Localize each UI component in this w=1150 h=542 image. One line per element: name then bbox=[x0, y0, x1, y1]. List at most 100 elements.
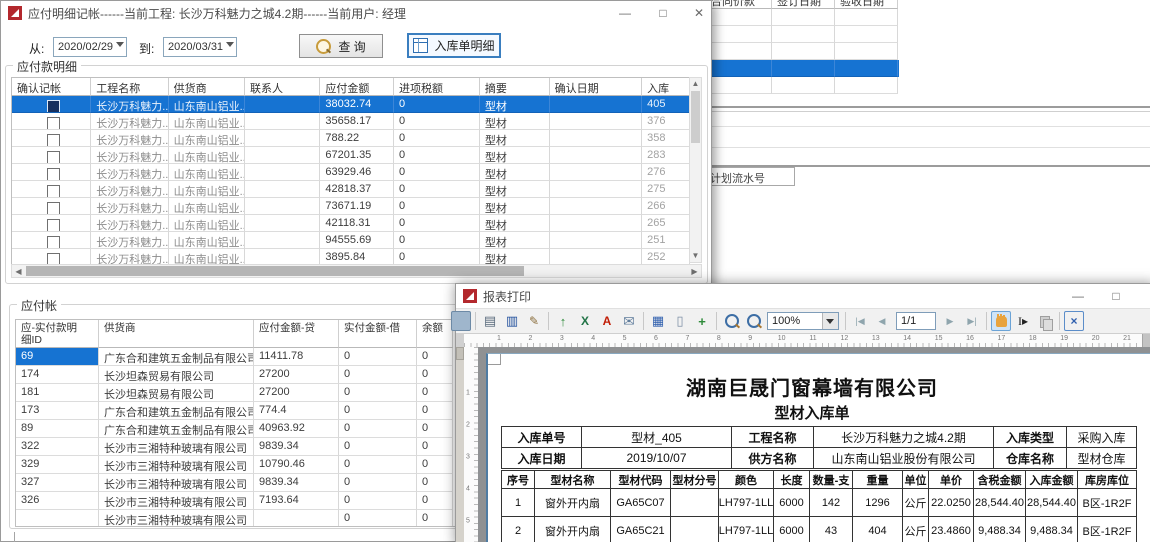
supplier-cell: 山东南山铝业... bbox=[169, 181, 245, 198]
copy-page-icon[interactable] bbox=[1035, 311, 1055, 331]
maximize-button[interactable]: □ bbox=[653, 4, 673, 22]
to-date-select[interactable]: 2020/03/31 bbox=[163, 37, 237, 57]
ruler-number: 20 bbox=[1092, 335, 1100, 342]
table-row[interactable] bbox=[706, 43, 899, 60]
zoom-out-icon[interactable] bbox=[743, 311, 763, 331]
from-date-select[interactable]: 2020/02/29 bbox=[53, 37, 127, 57]
confirm-checkbox[interactable] bbox=[47, 134, 60, 147]
table-row[interactable]: 长沙万科魅力...山东南山铝业...38032.740型材405 bbox=[12, 96, 690, 113]
confirm-checkbox[interactable] bbox=[47, 117, 60, 130]
confirm-checkbox[interactable] bbox=[47, 100, 60, 113]
info-label-cell: 入库单号 bbox=[502, 427, 582, 448]
desktop: 合同价款签订日期验收日期 计划流水号 应付明细记帐------当前工程: 长沙万… bbox=[0, 0, 1150, 542]
query-button[interactable]: 查 询 bbox=[299, 34, 383, 58]
report-maximize-button[interactable]: □ bbox=[1106, 287, 1126, 305]
table-row[interactable]: 长沙万科魅力...山东南山铝业...42118.310型材265 bbox=[12, 215, 690, 232]
page-setup-icon[interactable]: ✎ bbox=[524, 311, 544, 331]
table-cell bbox=[706, 60, 772, 77]
excel-export-icon[interactable]: X bbox=[575, 311, 595, 331]
table1-vscroll-thumb[interactable] bbox=[691, 91, 700, 143]
text-select-icon[interactable]: I▸ bbox=[1013, 311, 1033, 331]
from-date-value: 2020/02/29 bbox=[58, 41, 113, 53]
supplier-cell: 山东南山铝业... bbox=[169, 130, 245, 147]
next-page-icon[interactable]: ▶ bbox=[940, 311, 960, 331]
item-cell bbox=[671, 517, 719, 542]
table-row[interactable]: 长沙万科魅力...山东南山铝业...42818.370型材275 bbox=[12, 181, 690, 198]
id-cell: 326 bbox=[16, 492, 99, 510]
table-row[interactable]: 174长沙坦森贸易有限公司2720000 bbox=[16, 366, 455, 384]
item-cell: 公斤 bbox=[903, 517, 929, 542]
table1-hscroll-thumb[interactable] bbox=[26, 266, 524, 276]
confirm-checkbox[interactable] bbox=[47, 236, 60, 249]
table-row[interactable]: 长沙万科魅力...山东南山铝业...94555.690型材251 bbox=[12, 232, 690, 249]
zoom-in-icon[interactable] bbox=[721, 311, 741, 331]
balance-cell: 0 bbox=[417, 402, 453, 420]
email-icon[interactable]: ✉ bbox=[619, 311, 639, 331]
hand-tool-icon[interactable] bbox=[991, 311, 1011, 331]
confirm-checkbox[interactable] bbox=[47, 202, 60, 215]
book-icon[interactable]: ▥ bbox=[502, 311, 522, 331]
zoom-level-select[interactable]: 100% bbox=[767, 312, 839, 330]
table-row[interactable]: 69广东合和建筑五金制品有限公司11411.7800 bbox=[16, 348, 455, 366]
table-row[interactable]: 329长沙市三湘特种玻璃有限公司10790.4600 bbox=[16, 456, 455, 474]
table-row[interactable]: 长沙市三湘特种玻璃有限公司00 bbox=[16, 510, 455, 527]
table-row[interactable]: 长沙万科魅力...山东南山铝业...63929.460型材276 bbox=[12, 164, 690, 181]
last-page-icon[interactable]: ▶| bbox=[962, 311, 982, 331]
table-cell bbox=[835, 43, 898, 60]
supplier-cell: 山东南山铝业... bbox=[169, 96, 245, 113]
close-button[interactable]: ✕ bbox=[689, 4, 709, 22]
table-row[interactable] bbox=[706, 26, 899, 43]
scroll-up-icon[interactable]: ▲ bbox=[690, 78, 701, 90]
table-row[interactable]: 322长沙市三湘特种玻璃有限公司9839.3400 bbox=[16, 438, 455, 456]
table1-hscrollbar[interactable]: ◀ ▶ bbox=[11, 264, 702, 278]
confirm-checkbox[interactable] bbox=[47, 185, 60, 198]
info-value-cell: 型材仓库 bbox=[1067, 448, 1137, 469]
document-icon[interactable]: ▯ bbox=[670, 311, 690, 331]
table-row[interactable]: 326长沙市三湘特种玻璃有限公司7193.6400 bbox=[16, 492, 455, 510]
scroll-right-icon[interactable]: ▶ bbox=[688, 265, 701, 277]
table-row[interactable]: 173广东合和建筑五金制品有限公司774.400 bbox=[16, 402, 455, 420]
table-row[interactable]: 181长沙坦森贸易有限公司2720000 bbox=[16, 384, 455, 402]
design-view-icon[interactable] bbox=[451, 311, 471, 331]
scroll-knob[interactable] bbox=[456, 347, 464, 360]
summary-cell: 型材 bbox=[480, 198, 550, 215]
confirm-checkbox[interactable] bbox=[47, 151, 60, 164]
table-row[interactable] bbox=[706, 60, 899, 77]
print-icon[interactable]: ▤ bbox=[480, 311, 500, 331]
prev-page-icon[interactable]: ◀ bbox=[872, 311, 892, 331]
page-number-input[interactable]: 1/1 bbox=[896, 312, 936, 330]
amount-cell: 67201.35 bbox=[320, 147, 394, 164]
scroll-left-icon[interactable]: ◀ bbox=[12, 265, 25, 277]
plan-serial-field: 计划流水号 bbox=[703, 167, 795, 186]
confirm-checkbox[interactable] bbox=[47, 219, 60, 232]
report-info-table: 入库单号型材_405工程名称长沙万科魅力之城4.2期入库类型采购入库入库日期20… bbox=[501, 426, 1137, 469]
table-row[interactable]: 长沙万科魅力...山东南山铝业...67201.350型材283 bbox=[12, 147, 690, 164]
balance-cell: 0 bbox=[417, 366, 453, 384]
export-icon[interactable]: ↑ bbox=[553, 311, 573, 331]
report-close-button[interactable]: ✕ bbox=[1146, 287, 1150, 305]
add-document-icon[interactable]: + bbox=[692, 311, 712, 331]
table-row[interactable]: 长沙万科魅力...山东南山铝业...35658.170型材376 bbox=[12, 113, 690, 130]
table-row[interactable]: 89广东合和建筑五金制品有限公司40963.9200 bbox=[16, 420, 455, 438]
table-row[interactable] bbox=[706, 77, 899, 94]
table-row[interactable]: 长沙万科魅力...山东南山铝业...788.220型材358 bbox=[12, 130, 690, 147]
paid-cell: 0 bbox=[339, 348, 417, 366]
ruler-number: 4 bbox=[466, 486, 470, 493]
report-minimize-button[interactable]: — bbox=[1068, 287, 1088, 305]
table-row[interactable] bbox=[706, 9, 899, 26]
close-preview-icon[interactable]: × bbox=[1064, 311, 1084, 331]
table1-vscrollbar[interactable]: ▲ ▼ bbox=[689, 77, 702, 263]
table-header-row: 应-实付款明 细ID供货商应付金额-贷实付金额-借余额 bbox=[16, 320, 455, 348]
table-row[interactable]: 长沙万科魅力...山东南山铝业...73671.190型材266 bbox=[12, 198, 690, 215]
first-page-icon[interactable]: |◀ bbox=[850, 311, 870, 331]
save-icon[interactable]: ▦ bbox=[648, 311, 668, 331]
table-row[interactable]: 327长沙市三湘特种玻璃有限公司9839.3400 bbox=[16, 474, 455, 492]
scroll-down-icon[interactable]: ▼ bbox=[690, 250, 701, 262]
table-row[interactable]: 长沙万科魅力...山东南山铝业...3895.840型材252 bbox=[12, 249, 690, 265]
pdf-export-icon[interactable]: A bbox=[597, 311, 617, 331]
confirm-checkbox[interactable] bbox=[47, 168, 60, 181]
chevron-down-icon[interactable] bbox=[822, 313, 838, 329]
item-cell: 窗外开内扇 bbox=[535, 489, 611, 517]
minimize-button[interactable]: — bbox=[615, 4, 635, 22]
inbound-detail-button[interactable]: 入库单明细 bbox=[407, 33, 501, 58]
